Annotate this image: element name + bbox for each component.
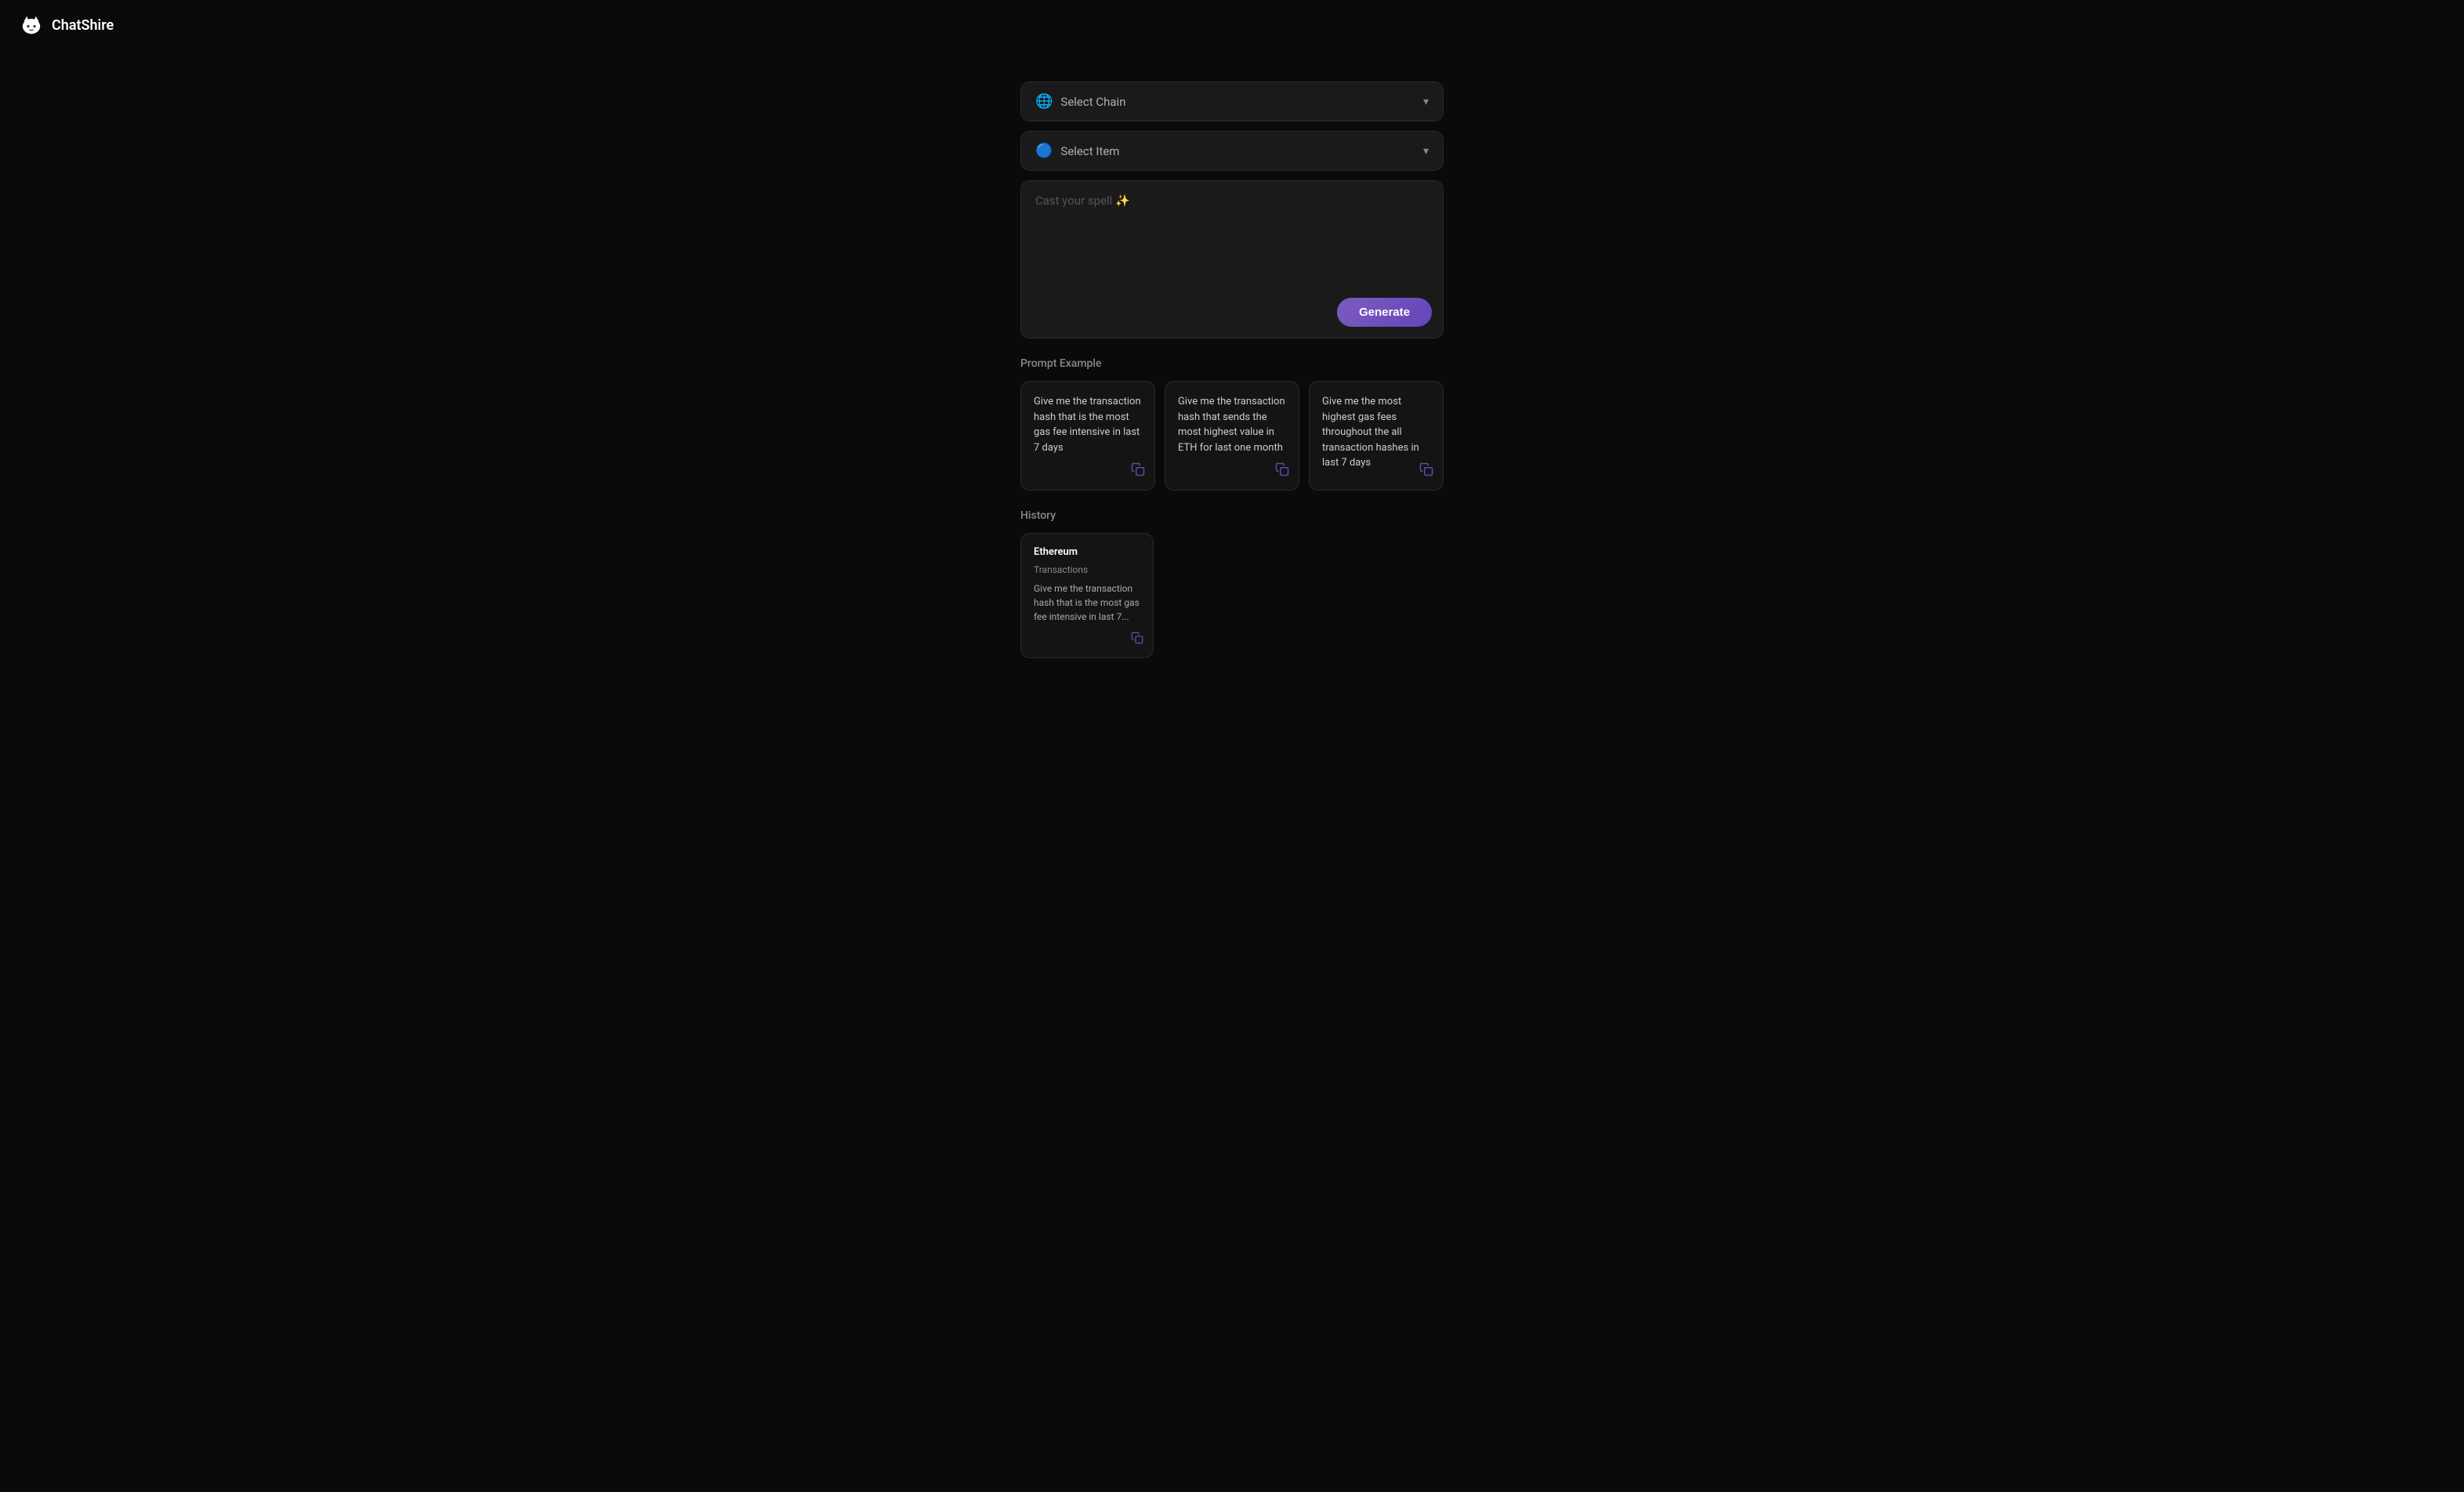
generate-button[interactable]: Generate: [1337, 298, 1432, 327]
copy-icon-history-1: [1131, 632, 1143, 644]
prompts-section-label: Prompt Example: [1020, 357, 1444, 370]
history-chain-label-1: Ethereum: [1034, 546, 1140, 558]
select-chain-label: Select Chain: [1060, 95, 1125, 109]
copy-icon-3: [1419, 462, 1433, 476]
select-item-left: 🔵 Select Item: [1035, 143, 1119, 159]
prompt-card-2[interactable]: Give me the transaction hash that sends …: [1165, 381, 1299, 491]
copy-prompt-2-button[interactable]: [1275, 462, 1289, 480]
prompts-cards-grid: Give me the transaction hash that is the…: [1020, 381, 1444, 491]
spell-textarea[interactable]: [1035, 194, 1429, 288]
prompt-card-3[interactable]: Give me the most highest gas fees throug…: [1309, 381, 1444, 491]
prompts-section: Prompt Example Give me the transaction h…: [1020, 357, 1444, 491]
copy-prompt-3-button[interactable]: [1419, 462, 1433, 480]
center-panel: 🌐 Select Chain ▾ 🔵 Select Item ▾ Generat…: [1020, 81, 1444, 339]
copy-icon-2: [1275, 462, 1289, 476]
item-chevron-icon: ▾: [1423, 145, 1429, 158]
history-section-label: History: [1020, 509, 1444, 522]
prompt-card-3-text: Give me the most highest gas fees throug…: [1322, 394, 1430, 477]
copy-icon-1: [1131, 462, 1145, 476]
history-cards-list: Ethereum Transactions Give me the transa…: [1020, 533, 1444, 658]
logo-container: ChatShire: [19, 13, 114, 38]
chain-globe-icon: 🌐: [1035, 93, 1053, 110]
logo-icon: [19, 13, 44, 38]
history-card-text-1: Give me the transaction hash that is the…: [1034, 581, 1140, 645]
history-card-1[interactable]: Ethereum Transactions Give me the transa…: [1020, 533, 1154, 658]
select-item-dropdown[interactable]: 🔵 Select Item ▾: [1020, 131, 1444, 171]
item-dot-icon: 🔵: [1035, 143, 1053, 159]
prompt-card-1-text: Give me the transaction hash that is the…: [1034, 394, 1142, 477]
main-content: 🌐 Select Chain ▾ 🔵 Select Item ▾ Generat…: [0, 50, 2464, 1492]
spell-box: Generate: [1020, 180, 1444, 339]
prompt-card-1[interactable]: Give me the transaction hash that is the…: [1020, 381, 1155, 491]
prompt-card-2-text: Give me the transaction hash that sends …: [1178, 394, 1286, 477]
select-chain-left: 🌐 Select Chain: [1035, 93, 1125, 110]
logo-text: ChatShire: [52, 17, 114, 34]
select-chain-dropdown[interactable]: 🌐 Select Chain ▾: [1020, 81, 1444, 121]
copy-history-1-button[interactable]: [1131, 632, 1143, 648]
header: ChatShire: [0, 0, 2464, 50]
history-section: History Ethereum Transactions Give me th…: [1020, 509, 1444, 658]
select-item-label: Select Item: [1060, 144, 1119, 158]
chain-chevron-icon: ▾: [1423, 96, 1429, 108]
copy-prompt-1-button[interactable]: [1131, 462, 1145, 480]
history-item-label-1: Transactions: [1034, 564, 1140, 575]
